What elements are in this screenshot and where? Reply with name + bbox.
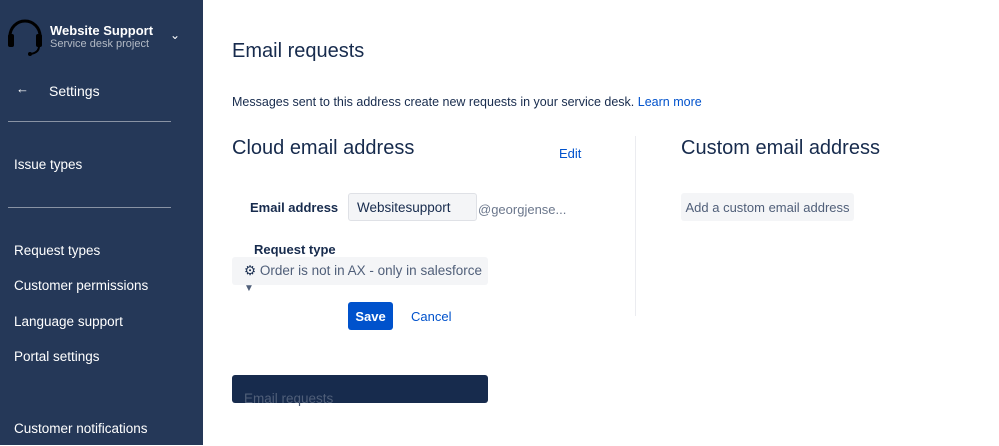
headset-icon xyxy=(8,19,42,56)
description-text: Messages sent to this address create new… xyxy=(232,95,635,109)
email-address-input[interactable]: Websitesupport xyxy=(348,193,477,221)
sidebar-item-customer-permissions[interactable]: Customer permissions xyxy=(3,268,182,303)
page-title: Email requests xyxy=(232,40,365,62)
sidebar: Website Support Service desk project ⌄ ←… xyxy=(0,0,488,446)
cancel-button[interactable]: Cancel xyxy=(411,309,451,324)
learn-more-link[interactable]: Learn more xyxy=(638,95,702,109)
sidebar-item-request-types[interactable]: Request types xyxy=(3,233,182,268)
settings-back-link[interactable]: Settings xyxy=(49,83,100,99)
divider xyxy=(8,121,171,122)
cloud-email-heading: Cloud email address xyxy=(232,137,415,159)
project-type: Service desk project xyxy=(50,37,150,50)
save-button[interactable]: Save xyxy=(348,302,393,330)
gears-icon: ⚙ xyxy=(244,263,257,278)
sidebar-item-customer-notifications[interactable]: Customer notifications xyxy=(3,411,182,446)
request-type-value: Order is not in AX - only in salesforce xyxy=(259,263,482,278)
chevron-down-icon[interactable]: ⌄ xyxy=(170,28,180,42)
column-divider xyxy=(635,136,636,316)
sidebar-item-email-requests[interactable]: Email requests xyxy=(232,375,488,406)
chevron-down-icon: ▼ xyxy=(244,283,254,294)
page-description: Messages sent to this address create new… xyxy=(232,95,702,109)
request-type-select[interactable]: ⚙ Order is not in AX - only in salesforc… xyxy=(232,257,488,294)
email-domain: @georgjense... xyxy=(478,202,567,217)
back-arrow-icon[interactable]: ← xyxy=(16,81,29,96)
request-type-label: Request type xyxy=(254,242,336,257)
project-switcher[interactable]: Website Support Service desk project xyxy=(6,16,153,56)
email-address-label: Email address xyxy=(250,200,339,215)
sidebar-item-issue-types[interactable]: Issue types xyxy=(3,147,182,182)
add-custom-email-button[interactable]: Add a custom email address xyxy=(681,193,854,221)
edit-link[interactable]: Edit xyxy=(559,146,581,161)
project-name: Website Support xyxy=(50,22,154,38)
custom-email-heading: Custom email address xyxy=(681,137,880,159)
divider xyxy=(8,207,171,208)
sidebar-item-portal-settings[interactable]: Portal settings xyxy=(3,339,182,374)
sidebar-item-language-support[interactable]: Language support xyxy=(3,304,182,339)
